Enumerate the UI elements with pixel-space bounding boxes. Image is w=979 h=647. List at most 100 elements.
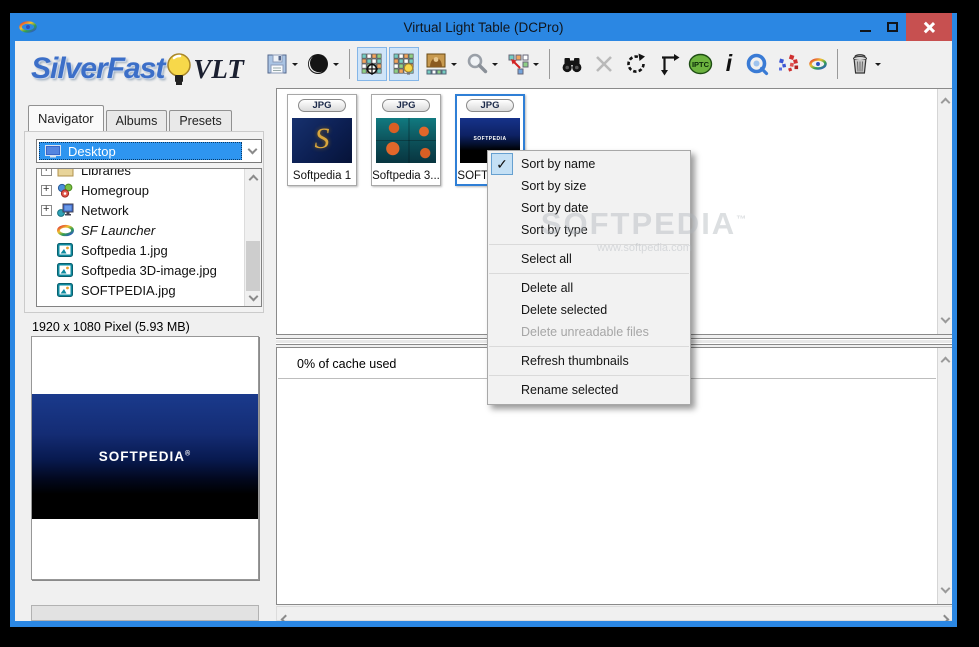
thumbnail-label: Softpedia 3... [372,170,440,182]
thumbnail-card[interactable]: JPGSoftpedia 3... [371,94,441,186]
rotate-button[interactable] [621,47,651,81]
tree-item-label: Softpedia 3D-image.jpg [81,263,217,278]
tree-item[interactable]: SF Launcher [37,220,244,240]
scroll-down-icon[interactable] [942,582,949,600]
eye-icon [809,57,827,71]
image-info-text: 1920 x 1080 Pixel (5.93 MB) [32,320,190,334]
delete-button[interactable] [845,47,884,81]
flip-icon [656,52,680,76]
iptc-button[interactable]: IPTC [685,47,716,81]
svg-text:IPTC: IPTC [692,60,710,69]
tree-scrollbar[interactable] [244,169,261,306]
checkmark-icon: ✓ [491,153,513,175]
crystal-button[interactable] [774,47,804,81]
scroll-up-icon[interactable] [245,172,261,183]
tree-expander-icon[interactable] [41,168,52,176]
dropdown-arrow-icon[interactable] [292,63,298,69]
menu-item-label: Sort by date [521,201,588,215]
menu-item-label: Select all [521,252,572,266]
horizontal-scrollbar[interactable] [276,606,952,621]
dropdown-arrow-icon[interactable] [333,63,339,69]
close-button[interactable] [906,13,952,41]
arrange-button[interactable] [503,47,542,81]
tree-item-label: SOFTPEDIA.jpg [81,283,176,298]
menu-item-sort-by-type[interactable]: Sort by type [488,219,690,241]
thumbnail-image: S [292,118,352,163]
preview-image: SOFTPEDIA® [32,394,258,519]
menu-item-label: Sort by type [521,223,588,237]
tab-navigator[interactable]: Navigator [28,105,104,131]
menu-separator [489,375,689,376]
menu-item-sort-by-name[interactable]: ✓Sort by name [488,153,690,175]
menu-separator [489,346,689,347]
tree-expander-icon[interactable] [41,205,52,216]
combobox-dropdown-button[interactable] [244,146,261,156]
lighttable-grid-button[interactable] [389,47,419,81]
scroll-down-icon[interactable] [942,312,949,330]
minimize-button[interactable] [852,13,879,41]
tree-item[interactable]: Softpedia 3D-image.jpg [37,260,244,280]
sidebar-tabs: NavigatorAlbumsPresets [28,105,234,131]
file-type-badge: JPG [298,99,346,112]
tab-albums[interactable]: Albums [106,110,168,131]
overview-grid-button[interactable] [357,47,387,81]
caption-buttons [852,13,952,41]
menu-item-delete-all[interactable]: Delete all [488,277,690,299]
maximize-button[interactable] [879,13,906,41]
print-icon [306,52,330,76]
preview-box: SOFTPEDIA® [31,336,259,580]
menu-item-select-all[interactable]: Select all [488,248,690,270]
tree-item[interactable]: SOFTPEDIA.jpg [37,280,244,300]
print-button[interactable] [303,47,342,81]
chevron-down-icon [248,145,258,155]
thumbnail-image-text: SOFTPEDIA [473,136,506,142]
menu-item-sort-by-size[interactable]: Sort by size [488,175,690,197]
thumbnail-view-icon [424,52,448,76]
scroll-down-icon[interactable] [245,293,261,303]
folder-combobox[interactable]: Desktop [36,139,262,163]
quicktime-button[interactable] [742,47,772,81]
zoom-button[interactable] [462,47,501,81]
menu-item-rename-selected[interactable]: Rename selected [488,379,690,401]
tree-item[interactable]: Homegroup [37,180,244,200]
thumbnail-panel-scrollbar[interactable] [937,89,952,334]
tab-presets[interactable]: Presets [169,110,231,131]
svg-text:i: i [726,52,733,76]
scroll-right-icon[interactable] [941,610,948,621]
menu-item-delete-selected[interactable]: Delete selected [488,299,690,321]
thumbnail-size-button[interactable] [421,47,460,81]
save-icon [265,52,289,76]
menu-item-refresh-thumbnails[interactable]: Refresh thumbnails [488,350,690,372]
dropdown-arrow-icon[interactable] [875,63,881,69]
dropdown-arrow-icon[interactable] [533,63,539,69]
tree-item[interactable]: Softpedia 1.jpg [37,240,244,260]
dropdown-arrow-icon[interactable] [492,63,498,69]
sort-grid-icon [506,52,530,76]
cache-panel-scrollbar[interactable] [937,348,952,604]
silverfast-eye-button[interactable] [806,47,830,81]
info-button[interactable]: i [718,47,740,81]
tree-item[interactable]: Network [37,200,244,220]
cache-status-text: 0% of cache used [297,357,396,371]
toolbar-separator [837,49,838,79]
image-file-icon [57,243,75,257]
main-toolbar: IPTC i [261,44,885,84]
menu-item-label: Sort by size [521,179,586,193]
save-button[interactable] [262,47,301,81]
tree-item[interactable]: Libraries [37,168,244,180]
scroll-up-icon[interactable] [942,352,949,370]
network-icon [57,203,75,217]
app-window: Virtual Light Table (DCPro) SilverFast V… [10,13,957,627]
tree-expander-icon[interactable] [41,185,52,196]
thumbnail-card[interactable]: JPG S Softpedia 1 [287,94,357,186]
scroll-left-icon[interactable] [282,610,289,621]
toolbar-separator [349,49,350,79]
scrollbar-thumb[interactable] [246,241,260,291]
tree-item-label: Libraries [81,168,131,178]
thumbnail-label: Softpedia 1 [293,170,351,182]
search-button[interactable] [557,47,587,81]
flip-button[interactable] [653,47,683,81]
scroll-up-icon[interactable] [942,93,949,111]
dropdown-arrow-icon[interactable] [451,63,457,69]
menu-item-sort-by-date[interactable]: Sort by date [488,197,690,219]
